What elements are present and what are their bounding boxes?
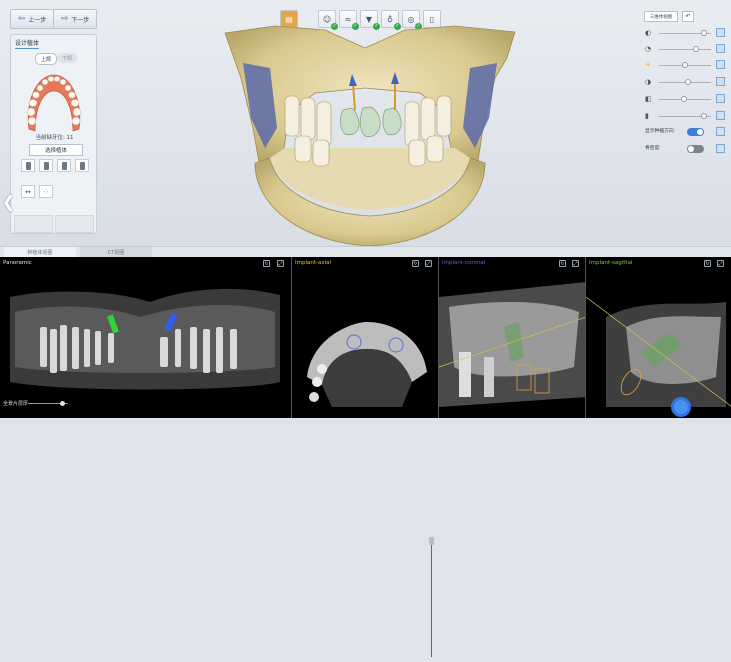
- threshold-icon: ◧: [645, 95, 652, 103]
- window-icon: ◔: [645, 45, 652, 53]
- lower-jaw-tab[interactable]: 下颌: [57, 53, 77, 63]
- slider-row-2: ◔: [645, 44, 725, 56]
- maximize-icon[interactable]: ⤢: [572, 260, 579, 267]
- layer-toggle-icon[interactable]: [716, 28, 725, 37]
- measure-tool-icon[interactable]: ↔: [21, 185, 35, 198]
- arrow-left-icon: ⇦: [17, 14, 26, 24]
- rotate-icon[interactable]: ↻: [559, 260, 566, 267]
- 3d-jaw-model[interactable]: [215, 18, 525, 248]
- prev-step-button[interactable]: ⇦ 上一步: [10, 9, 54, 29]
- tab-implant-view[interactable]: 种植体视图: [4, 247, 76, 257]
- brightness-icon: ☀: [645, 61, 652, 69]
- pano-thickness-knob[interactable]: [60, 401, 65, 406]
- layer-toggle-icon[interactable]: [716, 144, 725, 153]
- layer-toggle-icon[interactable]: [716, 94, 725, 103]
- pano-thickness-label: 全景片层厚: [3, 401, 29, 407]
- maximize-icon[interactable]: ⤢: [425, 260, 432, 267]
- slider-knob[interactable]: [680, 96, 687, 102]
- axial-pane[interactable]: Implant-axial ↻ ⤢: [291, 257, 438, 418]
- layer-toggle-icon[interactable]: [716, 44, 725, 53]
- panoramic-image: [0, 257, 291, 418]
- slider-row-6: ▮: [645, 111, 725, 123]
- pane-title: Implant-axial: [295, 260, 332, 266]
- implant-tool-4-icon[interactable]: [75, 159, 89, 172]
- slider-knob[interactable]: [682, 62, 688, 68]
- coronal-image: [439, 257, 585, 418]
- reset-view-icon[interactable]: ↶: [682, 11, 694, 22]
- next-step-label: 下一步: [71, 16, 90, 24]
- select-implant-button[interactable]: 选择植体: [29, 144, 83, 156]
- slider-row-3: ☀: [645, 60, 725, 72]
- direction-toggle-label: 显示种植方向: [645, 129, 674, 134]
- sagittal-pane[interactable]: Implant-sagittal ↻ ⤢: [585, 257, 731, 418]
- panel-footer-buttons: [14, 215, 94, 233]
- view-mode-controls: 三维体视图 ↶: [644, 11, 694, 22]
- implant-tool-1-icon[interactable]: [21, 159, 35, 172]
- footer-button-right[interactable]: [55, 215, 94, 233]
- coronal-pane[interactable]: Implant-coronal ↻ ⤢: [438, 257, 585, 418]
- arrow-right-icon: ⇨: [60, 14, 69, 24]
- sagittal-image: [586, 257, 731, 418]
- implant-size-icon: ▮: [645, 112, 649, 120]
- slider-knob[interactable]: [685, 79, 692, 85]
- missing-teeth-count: 当前缺牙位: 11: [35, 135, 74, 141]
- rotate-icon[interactable]: ↻: [704, 260, 711, 267]
- collapse-panel-icon[interactable]: ❮: [2, 192, 15, 211]
- layer-toggle-icon[interactable]: [716, 127, 725, 136]
- implant-tool-2-icon[interactable]: [39, 159, 53, 172]
- workspace-3d: ⇦ 上一步 ⇨ 下一步 设计植体 上颌 下颌 当前缺牙位: 11 选择植体 ↔ …: [0, 0, 731, 256]
- slider-row-5: ◧: [645, 94, 725, 106]
- implant-tool-3-icon[interactable]: [57, 159, 71, 172]
- layer-toggle-icon[interactable]: [716, 60, 725, 69]
- next-step-button[interactable]: ⇨ 下一步: [53, 9, 97, 29]
- slider-knob[interactable]: [701, 113, 708, 119]
- pane-title: Panoramic: [3, 260, 32, 266]
- scrollbar-track[interactable]: [431, 542, 432, 657]
- upper-jaw-tab[interactable]: 上颌: [35, 53, 57, 65]
- layer-toggle-icon[interactable]: [716, 77, 725, 86]
- scrollbar-thumb[interactable]: [429, 537, 434, 545]
- maximize-icon[interactable]: ⤢: [277, 260, 284, 267]
- tab-ct-view[interactable]: CT视图: [80, 247, 152, 257]
- layer-toggle-icon[interactable]: [716, 111, 725, 120]
- footer-button-left[interactable]: [14, 215, 53, 233]
- bone-density-label: 骨密度: [645, 146, 660, 151]
- rotate-icon[interactable]: ↻: [263, 260, 270, 267]
- axial-image: [292, 257, 438, 418]
- slider-knob[interactable]: [701, 30, 708, 36]
- slider-row-1: ◐: [645, 28, 725, 40]
- bone-density-toggle[interactable]: [687, 145, 704, 153]
- slice-scrollbar[interactable]: [429, 532, 434, 662]
- connect-tool-icon[interactable]: ⁘: [39, 185, 53, 198]
- bone-density-toggle-row: 骨密度: [645, 144, 725, 154]
- panoramic-pane[interactable]: Panoramic ↻ ⤢ 全景片层厚: [0, 257, 291, 418]
- panel-title: 设计植体: [15, 40, 40, 49]
- prev-step-label: 上一步: [28, 16, 47, 24]
- design-implant-panel: 设计植体 上颌 下颌 当前缺牙位: 11 选择植体 ↔ ⁘: [10, 34, 97, 234]
- view-mode-select[interactable]: 三维体视图: [644, 11, 678, 22]
- pane-title: Implant-coronal: [442, 260, 486, 266]
- ct-viewports: Panoramic ↻ ⤢ 全景片层厚 Implant-axial ↻ ⤢ Im…: [0, 257, 731, 657]
- opacity-icon: ◑: [645, 78, 652, 86]
- slider-row-4: ◑: [645, 77, 725, 89]
- slider-knob[interactable]: [693, 46, 700, 52]
- maximize-icon[interactable]: ⤢: [717, 260, 724, 267]
- pane-title: Implant-sagittal: [589, 260, 633, 266]
- slider-track[interactable]: [659, 49, 711, 50]
- pano-thickness-slider[interactable]: [28, 401, 68, 406]
- direction-toggle[interactable]: [687, 128, 704, 136]
- direction-toggle-row: 显示种植方向: [645, 127, 725, 137]
- rotate-icon[interactable]: ↻: [412, 260, 419, 267]
- contrast-icon: ◐: [645, 29, 652, 37]
